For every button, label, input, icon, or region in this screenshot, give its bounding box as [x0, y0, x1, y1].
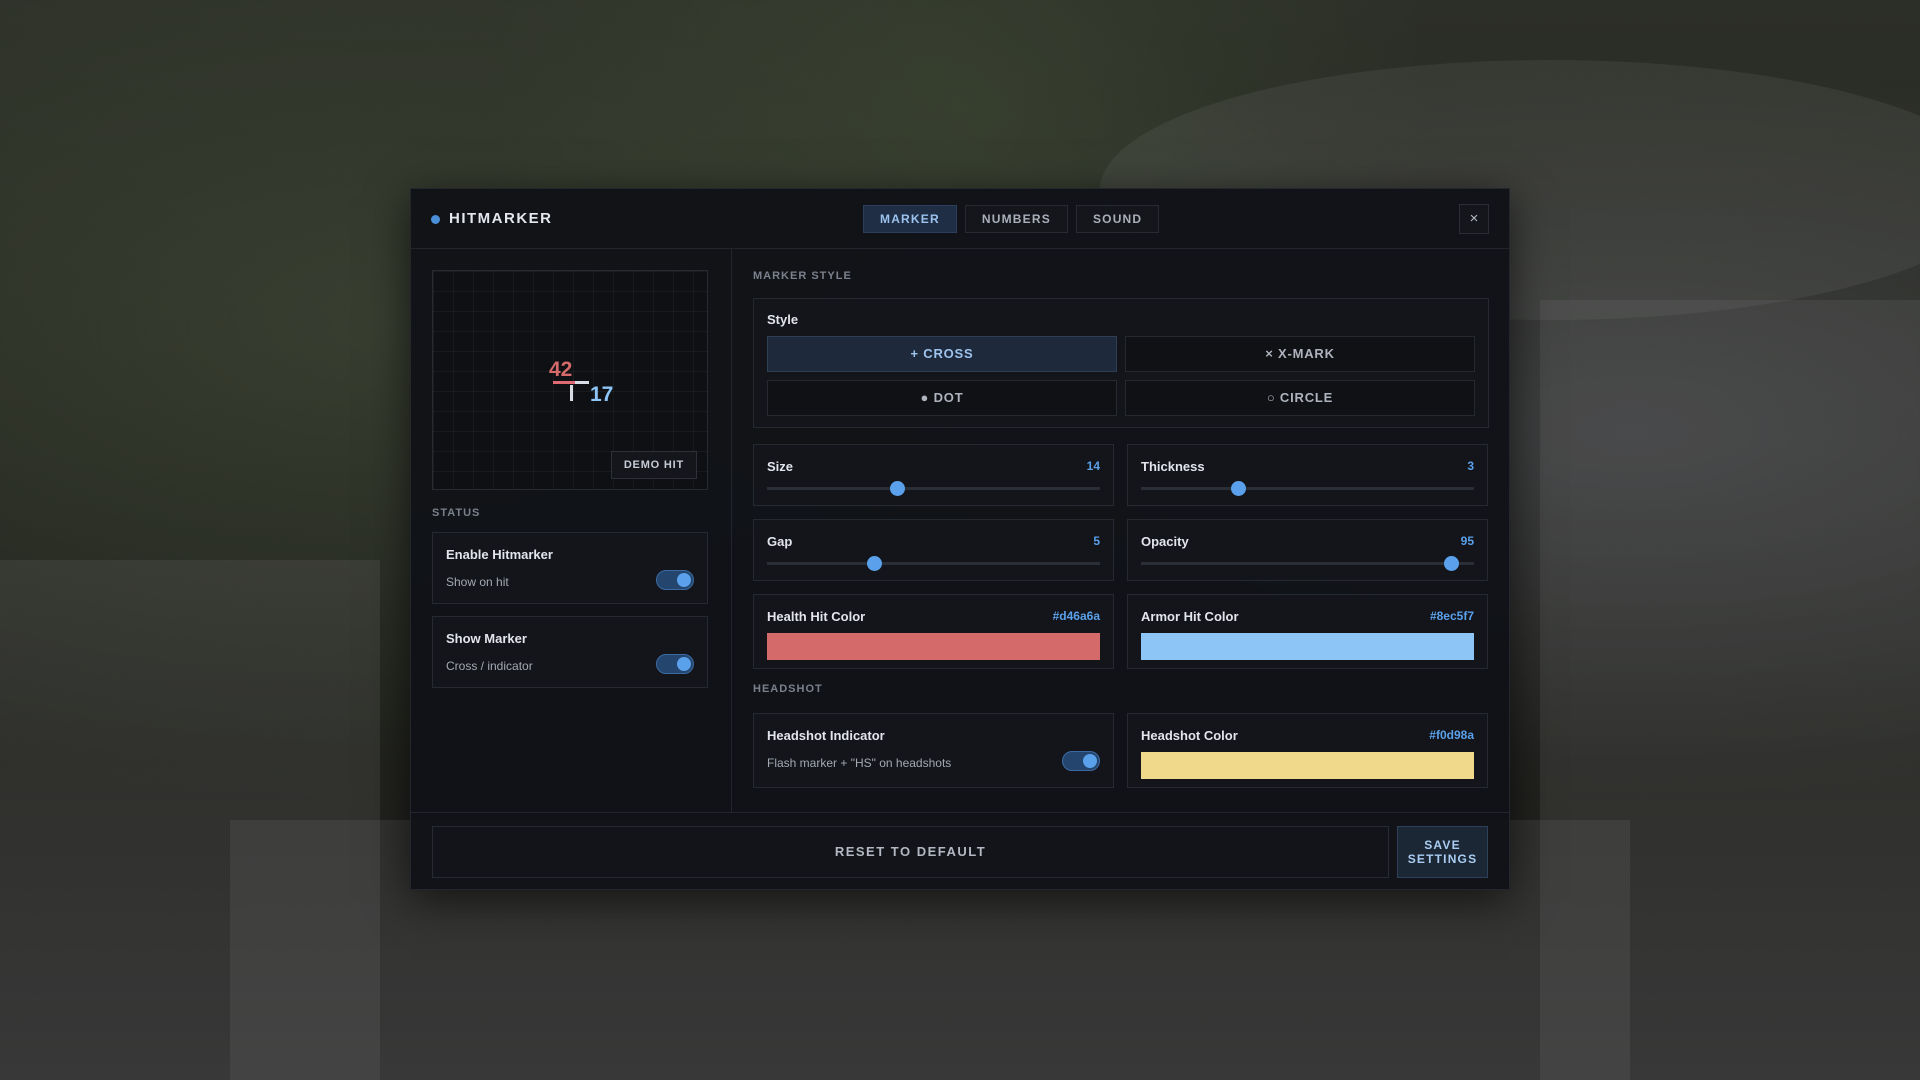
headshot-indicator-subtitle: Flash marker + "HS" on headshots: [767, 756, 952, 770]
column-divider: [731, 249, 732, 812]
headshot-indicator-toggle[interactable]: [1062, 751, 1100, 771]
close-icon: ×: [1469, 210, 1479, 227]
headshot-section-label: HEADSHOT: [753, 683, 823, 695]
style-card: Style + CROSS × X-MARK ● DOT ○ CIRCLE: [753, 298, 1489, 428]
headshot-indicator-title: Headshot Indicator: [767, 728, 885, 743]
preview-armor-number: 17: [590, 383, 614, 406]
headshot-color-swatch[interactable]: [1141, 752, 1474, 779]
health-color-hex: #d46a6a: [1052, 609, 1100, 623]
thickness-slider-card: Thickness 3: [1127, 444, 1488, 506]
panel-title: HITMARKER: [449, 210, 553, 227]
title-status-dot: [431, 215, 440, 224]
size-slider-thumb[interactable]: [889, 481, 905, 496]
hitmarker-preview: 42 17 DEMO HIT: [432, 270, 708, 490]
show-marker-card: Show Marker Cross / indicator: [432, 616, 708, 688]
gap-value: 5: [1093, 534, 1100, 548]
tab-sound[interactable]: SOUND: [1075, 205, 1160, 233]
armor-color-hex: #8ec5f7: [1429, 609, 1474, 623]
size-value: 14: [1086, 459, 1100, 473]
opacity-label: Opacity: [1141, 534, 1189, 549]
preview-cross-horizontal-right: [575, 381, 589, 384]
marker-style-section-label: MARKER STYLE: [753, 270, 852, 282]
show-marker-title: Show Marker: [446, 631, 527, 646]
save-settings-button[interactable]: SAVE SETTINGS: [1397, 826, 1488, 878]
style-option-x-mark[interactable]: × X-MARK: [1125, 336, 1475, 372]
enable-hitmarker-toggle[interactable]: [656, 570, 694, 590]
opacity-slider-card: Opacity 95: [1127, 519, 1488, 581]
gap-slider-card: Gap 5: [753, 519, 1114, 581]
headshot-color-label: Headshot Color: [1141, 728, 1238, 743]
panel-header: HITMARKER MARKER NUMBERS SOUND ×: [411, 189, 1509, 249]
style-title: Style: [767, 312, 799, 327]
style-option-circle[interactable]: ○ CIRCLE: [1125, 380, 1475, 416]
thickness-slider-track[interactable]: [1141, 481, 1474, 496]
enable-hitmarker-card: Enable Hitmarker Show on hit: [432, 532, 708, 604]
status-section-label: STATUS: [432, 507, 481, 519]
footer-divider: [411, 812, 1509, 813]
preview-cross-vertical: [570, 385, 573, 401]
thickness-value: 3: [1467, 459, 1474, 473]
health-color-label: Health Hit Color: [767, 609, 866, 624]
size-label: Size: [767, 459, 794, 474]
reset-to-default-button[interactable]: RESET TO DEFAULT: [432, 826, 1389, 878]
thickness-slider-thumb[interactable]: [1230, 481, 1246, 496]
tab-bar: MARKER NUMBERS SOUND: [863, 205, 1160, 233]
demo-hit-button[interactable]: DEMO HIT: [610, 451, 697, 479]
tab-marker[interactable]: MARKER: [863, 205, 957, 233]
toggle-knob: [677, 657, 691, 671]
style-option-dot[interactable]: ● DOT: [767, 380, 1117, 416]
toggle-knob: [677, 573, 691, 587]
gap-slider-track[interactable]: [767, 556, 1100, 571]
health-color-swatch[interactable]: [767, 633, 1100, 660]
thickness-label: Thickness: [1141, 459, 1205, 474]
armor-color-swatch[interactable]: [1141, 633, 1474, 660]
opacity-value: 95: [1460, 534, 1474, 548]
opacity-slider-thumb[interactable]: [1443, 556, 1459, 571]
armor-color-label: Armor Hit Color: [1141, 609, 1239, 624]
show-marker-subtitle: Cross / indicator: [446, 659, 533, 673]
enable-hitmarker-title: Enable Hitmarker: [446, 547, 553, 562]
armor-color-card: Armor Hit Color #8ec5f7: [1127, 594, 1488, 669]
gap-slider-thumb[interactable]: [866, 556, 882, 571]
toggle-knob: [1083, 754, 1097, 768]
show-marker-toggle[interactable]: [656, 654, 694, 674]
preview-health-number: 42: [549, 358, 573, 381]
style-option-cross[interactable]: + CROSS: [767, 336, 1117, 372]
headshot-color-card: Headshot Color #f0d98a: [1127, 713, 1488, 788]
headshot-indicator-card: Headshot Indicator Flash marker + "HS" o…: [753, 713, 1114, 788]
close-button[interactable]: ×: [1459, 204, 1489, 234]
size-slider-track[interactable]: [767, 481, 1100, 496]
gap-label: Gap: [767, 534, 793, 549]
opacity-slider-track[interactable]: [1141, 556, 1474, 571]
size-slider-card: Size 14: [753, 444, 1114, 506]
headshot-color-hex: #f0d98a: [1429, 728, 1474, 742]
hitmarker-settings-panel: HITMARKER MARKER NUMBERS SOUND × 42 17 D…: [410, 188, 1510, 890]
health-color-card: Health Hit Color #d46a6a: [753, 594, 1114, 669]
enable-hitmarker-subtitle: Show on hit: [446, 575, 509, 589]
tab-numbers[interactable]: NUMBERS: [964, 205, 1068, 233]
